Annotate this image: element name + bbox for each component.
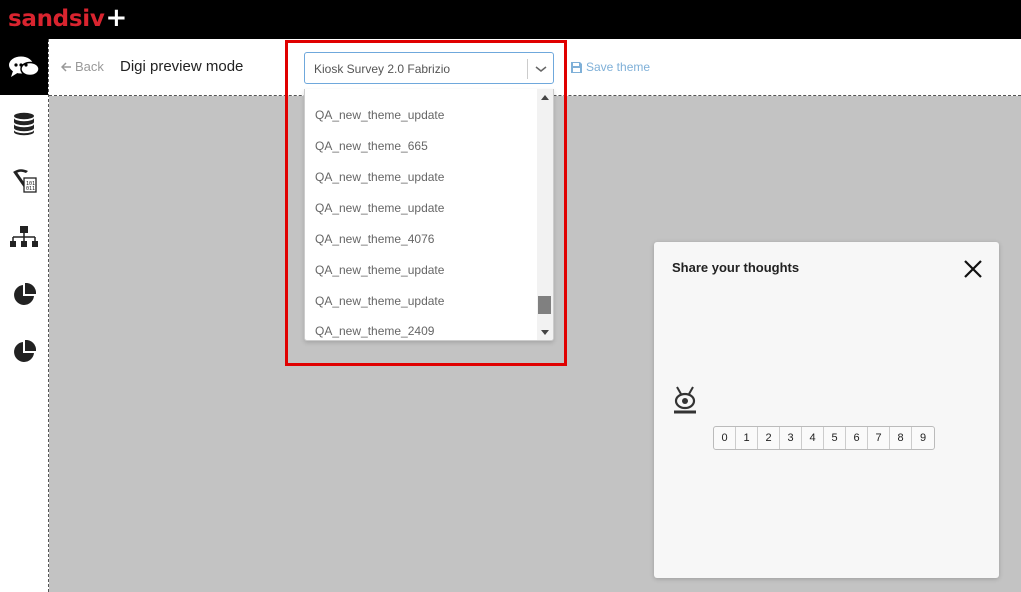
scroll-up-arrow-icon[interactable] [541,95,549,100]
sidebar-item-dashboards[interactable] [0,324,48,380]
dropdown-option[interactable]: QA_new_theme_update [315,263,444,277]
select-separator [527,59,528,79]
chat-bubbles-icon [9,56,40,77]
sidebar: 101 011 [0,39,49,592]
logo-brand-text: sandsiv [8,6,105,32]
sandsiv-logo[interactable]: sandsiv+ [8,3,127,33]
dropdown-option[interactable]: QA_new_theme_update [315,170,444,184]
close-icon[interactable] [962,258,984,280]
rating-option[interactable]: 7 [868,427,890,449]
dropdown-option[interactable]: QA_new_theme_update [315,294,444,308]
survey-widget: Share your thoughts 0 1 2 3 4 5 6 7 8 9 [654,242,999,578]
sidebar-item-reports[interactable] [0,267,48,323]
save-theme-button[interactable]: Save theme [571,60,650,74]
rating-option[interactable]: 1 [736,427,758,449]
dropdown-option[interactable]: QA_new_theme_4076 [315,232,434,246]
rating-option[interactable]: 3 [780,427,802,449]
sidebar-item-feedback[interactable] [0,39,48,95]
rating-option[interactable]: 6 [846,427,868,449]
pie-chart-icon [14,340,36,362]
pickaxe-data-icon: 101 011 [13,169,37,193]
dropdown-option[interactable]: QA_new_theme_update [315,108,444,122]
svg-text:011: 011 [26,186,35,192]
widget-title: Share your thoughts [672,260,800,275]
rating-scale: 0 1 2 3 4 5 6 7 8 9 [713,426,935,450]
logo-plus-text: + [105,3,128,33]
sidebar-item-data[interactable] [0,96,48,152]
header-bar: Back Digi preview mode Kiosk Survey 2.0 … [49,39,1021,96]
rating-option[interactable]: 0 [714,427,736,449]
dropdown-option[interactable]: QA_new_theme_2409 [315,324,434,338]
back-label: Back [75,59,104,74]
chevron-down-icon[interactable] [534,62,548,76]
dropdown-option[interactable]: QA_new_theme_665 [315,139,428,153]
pie-chart-icon [14,283,36,305]
back-button[interactable]: Back [61,59,104,74]
hierarchy-icon [10,226,38,247]
floppy-disk-icon [571,61,582,73]
dropdown-option[interactable]: QA_new_theme_update [315,201,444,215]
sidebar-item-mining[interactable]: 101 011 [0,152,48,208]
theme-select[interactable]: Kiosk Survey 2.0 Fabrizio [304,52,554,84]
top-bar: sandsiv+ [0,0,1021,39]
rating-option[interactable]: 2 [758,427,780,449]
rating-option[interactable]: 4 [802,427,824,449]
theme-dropdown-list[interactable]: QA_new_theme_update QA_new_theme_665 QA_… [304,89,554,341]
rating-option[interactable]: 8 [890,427,912,449]
save-theme-label: Save theme [586,60,651,74]
page-title: Digi preview mode [120,58,244,75]
arrow-left-icon [61,61,71,72]
theme-select-value: Kiosk Survey 2.0 Fabrizio [314,62,451,76]
robot-icon [674,386,696,414]
dropdown-scrollbar[interactable] [537,89,553,340]
rating-option[interactable]: 9 [912,427,934,449]
scroll-down-arrow-icon[interactable] [541,330,549,335]
rating-option[interactable]: 5 [824,427,846,449]
scrollbar-thumb[interactable] [538,296,551,314]
database-icon [14,112,34,136]
sidebar-item-hierarchy[interactable] [0,209,48,265]
